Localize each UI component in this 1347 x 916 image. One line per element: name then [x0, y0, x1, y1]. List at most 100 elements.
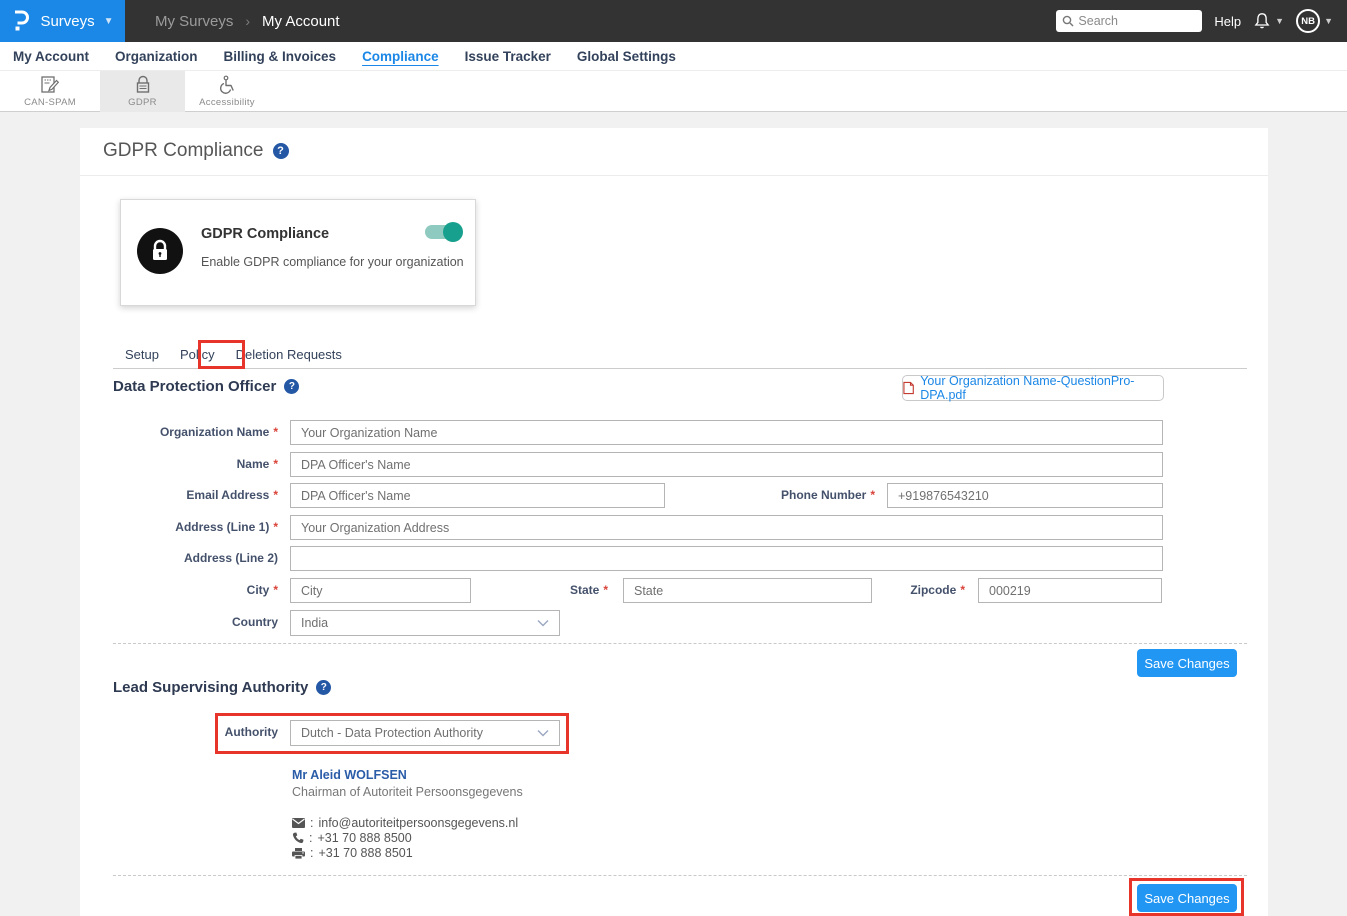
dpa-pdf-link[interactable]: Your Organization Name-QuestionPro-DPA.p… — [902, 375, 1164, 401]
form-row-name: Name* — [80, 452, 1268, 477]
padlock-icon — [133, 75, 153, 95]
save-changes-button-dpo[interactable]: Save Changes — [1137, 649, 1237, 677]
search-icon — [1062, 15, 1074, 27]
help-icon[interactable]: ? — [284, 379, 299, 394]
document-pencil-icon — [39, 75, 61, 95]
search-box[interactable] — [1056, 10, 1202, 32]
form-row-authority: Authority Dutch - Data Protection Author… — [80, 720, 1268, 745]
account-subnav: My Account Organization Billing & Invoic… — [0, 42, 1347, 71]
tab-can-spam[interactable]: CAN-SPAM — [0, 71, 100, 112]
top-bar: Surveys ▼ My Surveys › My Account Help ▼ — [0, 0, 1347, 42]
tab-gdpr[interactable]: GDPR — [100, 71, 185, 112]
gdpr-compliance-panel: GDPR Compliance ? GDPR Compliance Enable… — [80, 128, 1268, 916]
form-row-country: Country India — [80, 610, 1268, 635]
tab-setup[interactable]: Setup — [125, 347, 159, 362]
city-label: City* — [80, 578, 278, 603]
address2-label: Address (Line 2) — [80, 546, 278, 571]
tab-label: GDPR — [128, 97, 157, 108]
name-label: Name* — [80, 452, 278, 477]
authority-select-value: Dutch - Data Protection Authority — [301, 726, 483, 740]
account-menu[interactable]: NB ▼ — [1296, 9, 1333, 33]
address2-input[interactable] — [290, 546, 1163, 571]
form-row-address1: Address (Line 1)* — [80, 515, 1268, 540]
authority-select[interactable]: Dutch - Data Protection Authority — [290, 720, 560, 746]
name-input[interactable] — [290, 452, 1163, 477]
tab-label: Accessibility — [199, 97, 255, 108]
tab-policy[interactable]: Policy — [180, 347, 215, 362]
app-screen: Surveys ▼ My Surveys › My Account Help ▼ — [0, 0, 1347, 916]
subnav-my-account[interactable]: My Account — [13, 43, 89, 70]
authority-contact-email-line: : info@autoriteitpersoonsgegevens.nl — [292, 816, 518, 830]
help-icon[interactable]: ? — [273, 143, 289, 159]
divider — [80, 175, 1268, 176]
authority-contact-fax-line: : +31 70 888 8501 — [292, 846, 413, 860]
avatar: NB — [1296, 9, 1320, 33]
compliance-icon-tabs: CAN-SPAM GDPR Accessibility — [0, 71, 1347, 112]
country-select-value: India — [301, 616, 328, 630]
separator: : — [310, 816, 313, 830]
search-input[interactable] — [1078, 14, 1188, 28]
email-input[interactable] — [290, 483, 665, 508]
topbar-actions: Help ▼ NB ▼ — [1056, 9, 1347, 33]
subnav-organization[interactable]: Organization — [115, 43, 198, 70]
state-label: State* — [520, 578, 608, 603]
page-title: GDPR Compliance — [103, 140, 264, 162]
product-label: Surveys — [40, 13, 94, 30]
chevron-down-icon: ▼ — [1275, 16, 1284, 26]
separator: : — [310, 846, 313, 860]
city-input[interactable] — [290, 578, 471, 603]
surveys-product-menu[interactable]: Surveys ▼ — [0, 0, 125, 42]
zipcode-input[interactable] — [978, 578, 1162, 603]
gdpr-toggle[interactable] — [425, 225, 461, 239]
help-icon[interactable]: ? — [316, 680, 331, 695]
subnav-issue-tracker[interactable]: Issue Tracker — [465, 43, 551, 70]
authority-contact-phone-line: : +31 70 888 8500 — [292, 831, 412, 845]
questionpro-logo-icon — [11, 9, 31, 33]
phone-input[interactable] — [887, 483, 1163, 508]
address1-input[interactable] — [290, 515, 1163, 540]
form-row-city-state-zip: City* State* Zipcode* — [80, 578, 1268, 603]
tab-deletion-requests[interactable]: Deletion Requests — [236, 347, 342, 362]
chevron-down-icon — [537, 729, 549, 737]
tab-label: CAN-SPAM — [24, 97, 76, 108]
chevron-down-icon: ▼ — [1324, 16, 1333, 26]
authority-label: Authority — [80, 720, 278, 745]
breadcrumb: My Surveys › My Account — [155, 13, 340, 30]
lsa-heading: Lead Supervising Authority — [113, 679, 308, 696]
separator: : — [309, 831, 312, 845]
chevron-down-icon — [537, 619, 549, 627]
phone-label: Phone Number* — [680, 483, 875, 508]
subnav-billing-invoices[interactable]: Billing & Invoices — [224, 43, 337, 70]
notifications-menu[interactable]: ▼ — [1253, 12, 1284, 31]
gdpr-card-description: Enable GDPR compliance for your organiza… — [201, 255, 464, 269]
save-changes-button-lsa[interactable]: Save Changes — [1137, 884, 1237, 912]
breadcrumb-my-surveys[interactable]: My Surveys — [155, 13, 233, 30]
form-row-address2: Address (Line 2) — [80, 546, 1268, 571]
gdpr-section-tabs: Setup Policy Deletion Requests — [125, 347, 342, 362]
lock-badge-icon — [137, 228, 183, 274]
subnav-compliance[interactable]: Compliance — [362, 43, 439, 70]
state-input[interactable] — [623, 578, 872, 603]
wheelchair-icon — [217, 75, 237, 95]
authority-contact-email: info@autoriteitpersoonsgegevens.nl — [318, 816, 518, 830]
gdpr-toggle-card: GDPR Compliance Enable GDPR compliance f… — [120, 199, 476, 306]
authority-contact-fax: +31 70 888 8501 — [318, 846, 412, 860]
dpo-heading: Data Protection Officer — [113, 378, 276, 395]
country-label: Country — [80, 610, 278, 635]
organization-name-input[interactable] — [290, 420, 1163, 445]
country-select[interactable]: India — [290, 610, 560, 636]
zipcode-label: Zipcode* — [870, 578, 965, 603]
authority-contact-name: Mr Aleid WOLFSEN — [292, 768, 407, 782]
form-row-organization-name: Organization Name* — [80, 420, 1268, 445]
chevron-down-icon: ▼ — [104, 16, 114, 27]
tab-accessibility[interactable]: Accessibility — [185, 71, 269, 112]
authority-contact-role: Chairman of Autoriteit Persoonsgegevens — [292, 785, 523, 799]
divider — [113, 368, 1247, 369]
subnav-global-settings[interactable]: Global Settings — [577, 43, 676, 70]
bell-icon — [1253, 12, 1271, 31]
pdf-link-label: Your Organization Name-QuestionPro-DPA.p… — [920, 374, 1163, 402]
envelope-icon — [292, 818, 305, 828]
divider — [113, 643, 1247, 644]
help-link[interactable]: Help — [1214, 14, 1241, 29]
breadcrumb-separator-icon: › — [245, 13, 250, 29]
